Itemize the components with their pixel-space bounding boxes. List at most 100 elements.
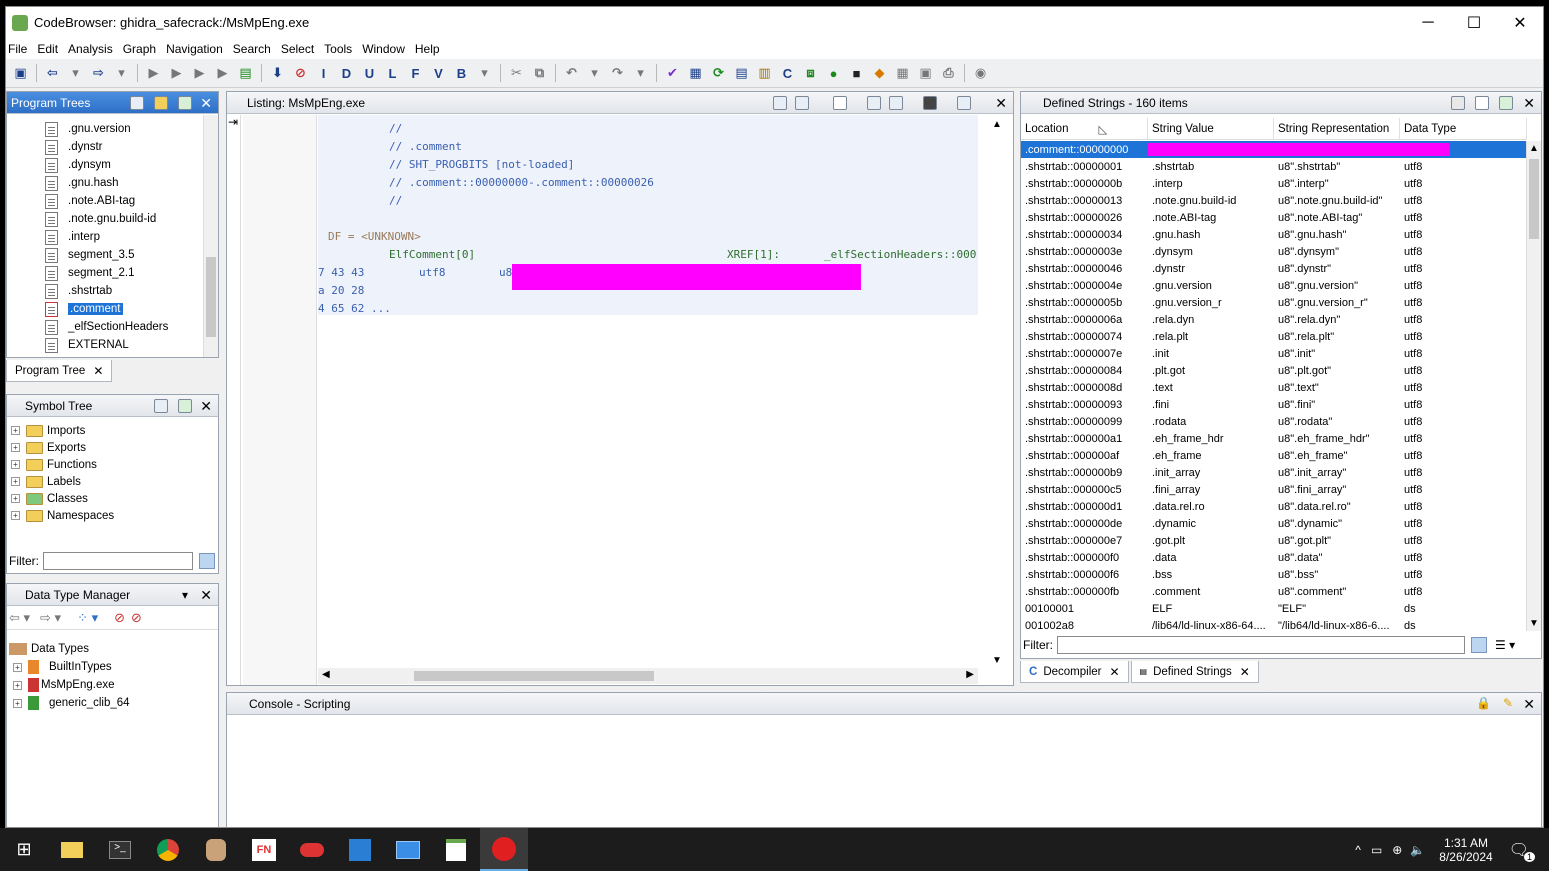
toolbar-v-icon[interactable]: V [430, 64, 448, 82]
expand-icon[interactable]: + [11, 477, 20, 486]
program-tree-scrollbar[interactable] [203, 115, 218, 357]
tree-item-dynsym[interactable]: .dynsym [45, 156, 168, 174]
tree-item-gnu-version[interactable]: .gnu.version [45, 120, 168, 138]
chevron-up-icon[interactable]: ^ [1355, 843, 1361, 857]
lock-icon[interactable]: 🔒 [1476, 696, 1491, 710]
redo-dropdown-icon[interactable]: ▾ [632, 64, 650, 82]
network-icon[interactable]: ⊕ [1392, 843, 1402, 857]
minimize-button[interactable]: ─ [1405, 7, 1451, 38]
symbol-item-labels[interactable]: + Labels [9, 473, 114, 490]
toolbar-u-icon[interactable]: U [361, 64, 379, 82]
tree-item-segment-2-1[interactable]: segment_2.1 [45, 264, 168, 282]
volume-icon[interactable]: 🔈 [1410, 843, 1425, 857]
table-row[interactable]: .shstrtab::000000f6 .bss u8".bss" utf8 [1021, 566, 1527, 583]
monitor-app-icon[interactable] [384, 828, 432, 871]
table-row[interactable]: .shstrtab::0000004e .gnu.version u8".gnu.v… [1021, 277, 1527, 294]
navigation-icon[interactable] [178, 399, 192, 413]
forward-icon[interactable]: ⇨ ▾ [40, 610, 61, 626]
next-function-icon[interactable]: ▤ [237, 64, 255, 82]
expand-icon[interactable]: + [13, 698, 22, 708]
cut-icon[interactable]: ✂ [508, 64, 526, 82]
back-icon[interactable]: ⇦ ▾ [9, 610, 30, 626]
battery-icon[interactable]: ▭ [1371, 843, 1382, 857]
strings-filter-input[interactable] [1057, 636, 1465, 654]
save-icon[interactable]: ▣ [12, 64, 30, 82]
menu-file[interactable]: File [6, 42, 33, 56]
table-row[interactable]: .shstrtab::00000046 .dynstr u8".dynstr" utf… [1021, 260, 1527, 277]
tree-item-segment-3-5[interactable]: segment_3.5 [45, 246, 168, 264]
red-app-icon[interactable] [288, 828, 336, 871]
table-row[interactable]: .shstrtab::0000000b .interp u8".interp" utf… [1021, 175, 1527, 192]
table-row[interactable]: .shstrtab::00000093 .fini u8".fini" utf8 [1021, 396, 1527, 413]
menu-help[interactable]: Help [413, 42, 446, 56]
maximize-button[interactable]: ☐ [1451, 7, 1497, 38]
table-row[interactable]: .shstrtab::000000d1 .data.rel.ro u8".data.… [1021, 498, 1527, 515]
table-row[interactable]: .shstrtab::0000003e .dynsym u8".dynsym" utf… [1021, 243, 1527, 260]
scroll-thumb[interactable] [414, 671, 654, 681]
blue-search-app-icon[interactable] [336, 828, 384, 871]
tree-item-gnu-hash[interactable]: .gnu.hash [45, 174, 168, 192]
table-row[interactable]: .shstrtab::000000fb .comment u8".comment" u… [1021, 583, 1527, 600]
scroll-right-icon[interactable]: ▶ [966, 669, 974, 680]
menu-graph[interactable]: Graph [121, 42, 162, 56]
back-icon[interactable]: ⇦ [44, 64, 62, 82]
filter-arrays-icon[interactable]: ⊘ [114, 610, 125, 626]
undo-icon[interactable]: ↶ [563, 64, 581, 82]
table-row[interactable]: .shstrtab::000000a1 .eh_frame_hdr u8".eh_f… [1021, 430, 1527, 447]
table-row[interactable]: .shstrtab::000000de .dynamic u8".dynamic" u… [1021, 515, 1527, 532]
tree-item-comment[interactable]: .comment [45, 300, 168, 318]
expand-icon[interactable]: + [11, 511, 20, 520]
clear-icon[interactable]: ⊘ [292, 64, 310, 82]
close-icon[interactable]: ✕ [200, 398, 212, 415]
column-filter-icon[interactable]: ☰ ▾ [1495, 638, 1515, 652]
table-row[interactable]: .shstrtab::000000f0 .data u8".data" utf8 [1021, 549, 1527, 566]
table-row[interactable]: 00100001 ELF "ELF" ds [1021, 600, 1527, 617]
ghidra-dragon-icon[interactable] [192, 828, 240, 871]
col-string-representation[interactable]: String Representation [1274, 118, 1400, 140]
forward-icon[interactable]: ⇨ [90, 64, 108, 82]
paste-icon[interactable] [795, 96, 809, 110]
copy-icon[interactable] [773, 96, 787, 110]
col-data-type[interactable]: Data Type [1400, 118, 1527, 140]
menu-navigation[interactable]: Navigation [164, 42, 229, 56]
tree-item-note-gnu-build-id[interactable]: .note.gnu.build-id [45, 210, 168, 228]
table-row[interactable]: .shstrtab::000000e7 .got.plt u8".got.plt" u… [1021, 532, 1527, 549]
table-row[interactable]: 001002a8/lib64/ld-linux-x86-64.... "/lib6… [1021, 617, 1527, 632]
fn-app-icon[interactable]: FN [240, 828, 288, 871]
windows-start-icon[interactable]: ⊞ [0, 828, 48, 871]
check-icon[interactable]: ✔ [664, 64, 682, 82]
listing-content[interactable]: // // .comment // SHT_PROGBITS [not-load… [318, 115, 978, 315]
table-row[interactable]: .shstrtab::00000026 .note.ABI-tag u8".note… [1021, 209, 1527, 226]
symbol-item-classes[interactable]: + Classes [9, 490, 114, 507]
table-row[interactable]: .shstrtab::00000084 .plt.got u8".plt.got" u… [1021, 362, 1527, 379]
tab-decompiler[interactable]: C Decompiler ✕ [1020, 661, 1129, 683]
next-instruction-icon[interactable]: ▶ [145, 64, 163, 82]
cursor-icon[interactable] [833, 96, 847, 110]
expand-icon[interactable]: + [11, 443, 20, 452]
tab-program-tree[interactable]: Program Tree ✕ [6, 360, 113, 382]
scroll-left-icon[interactable]: ◀ [322, 669, 330, 680]
open-folder-icon[interactable] [154, 96, 168, 110]
table-row[interactable]: .shstrtab::00000074 .rela.plt u8".rela.plt… [1021, 328, 1527, 345]
copy-special-icon[interactable]: ⧉ [531, 64, 549, 82]
back-dropdown-icon[interactable]: ▾ [67, 64, 85, 82]
bookmark-icon[interactable]: ◉ [972, 64, 990, 82]
menu-tools[interactable]: Tools [322, 42, 358, 56]
col-string-value[interactable]: String Value [1148, 118, 1274, 140]
scroll-down-icon[interactable]: ▼ [1529, 618, 1539, 629]
symbol-item-functions[interactable]: + Functions [9, 456, 114, 473]
scroll-up-icon[interactable]: ▲ [992, 119, 1002, 130]
toolbar-f-icon[interactable]: F [407, 64, 425, 82]
expand-icon[interactable]: + [11, 494, 20, 503]
dt-item-generic-clib[interactable]: + generic_clib_64 [9, 694, 130, 712]
tree-item-note-abi-tag[interactable]: .note.ABI-tag [45, 192, 168, 210]
redo-icon[interactable]: ↷ [609, 64, 627, 82]
symbol-filter-input[interactable] [43, 552, 193, 570]
bytes-icon[interactable]: ▦ [687, 64, 705, 82]
filter-options-icon[interactable] [1471, 637, 1487, 653]
table-row[interactable]: .shstrtab::0000007e .init u8".init" utf8 [1021, 345, 1527, 362]
next-data-icon[interactable]: ▶ [168, 64, 186, 82]
filter-pointers-icon[interactable]: ⊘ [131, 610, 142, 626]
printer-icon[interactable]: ⎙ [940, 64, 958, 82]
tree-filter-icon[interactable]: ⁘ ▾ [77, 610, 98, 626]
